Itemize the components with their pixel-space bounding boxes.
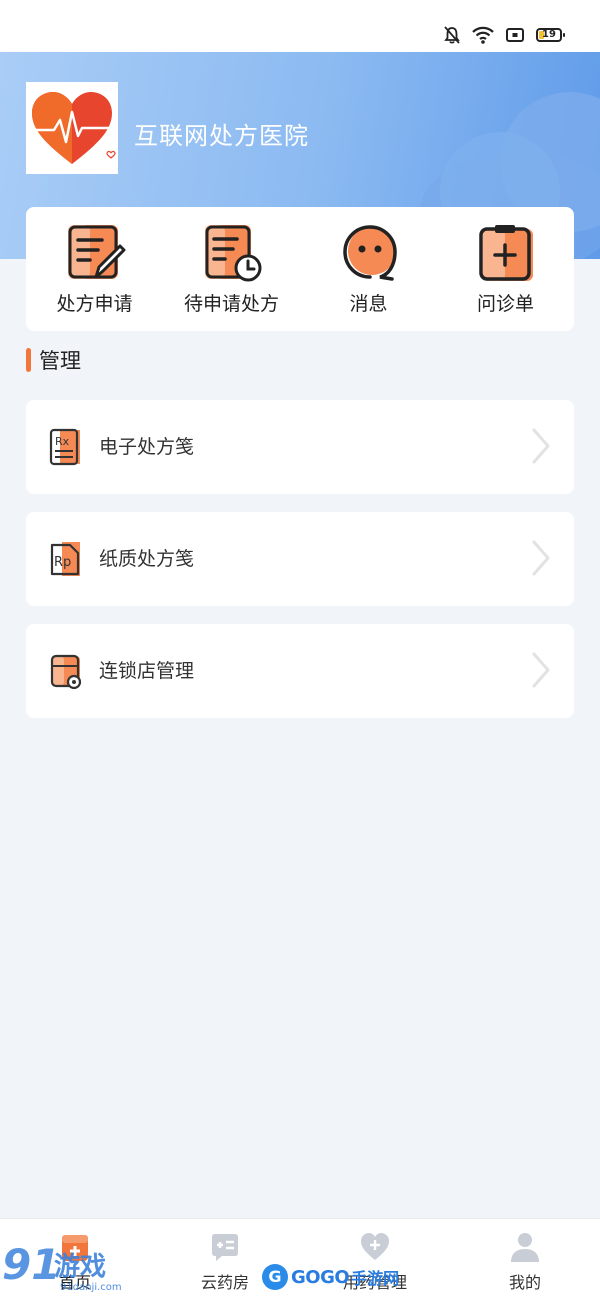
wifi-icon (472, 26, 494, 44)
watermark-number: 91 (2, 1240, 61, 1289)
gogo-logo-icon: G (262, 1264, 288, 1290)
watermark-text: 游戏 (54, 1252, 107, 1282)
battery-level: 19 (542, 29, 556, 40)
quick-action-messages[interactable]: 消息 (300, 207, 437, 331)
management-section-title: 管理 (26, 347, 81, 373)
consultation-form-icon (479, 225, 533, 281)
svg-text:Rx: Rx (55, 435, 70, 448)
status-bar: 19 (0, 0, 600, 52)
health-heart-icon (361, 1233, 389, 1260)
section-accent-bar (26, 348, 31, 372)
management-row-chain-store[interactable]: 连锁店管理 (26, 624, 574, 718)
tab-label: 我的 (508, 1273, 541, 1292)
quick-action-label: 待申请处方 (183, 293, 279, 315)
chain-store-settings-icon (50, 654, 82, 690)
quick-action-label: 问诊单 (476, 293, 534, 315)
rp-paper-icon: Rp (50, 542, 80, 576)
watermark-brand: GOGO (291, 1266, 350, 1288)
status-icons: 19 (444, 26, 565, 44)
chevron-right-icon (532, 652, 550, 688)
row-label: 连锁店管理 (99, 660, 195, 682)
screen-record-icon (506, 28, 524, 42)
management-row-paper-prescription[interactable]: Rp 纸质处方笺 (26, 512, 574, 606)
chevron-right-icon (532, 428, 550, 464)
message-icon (343, 225, 397, 281)
prescription-apply-icon (68, 225, 126, 279)
quick-action-label: 消息 (349, 293, 388, 315)
tab-profile[interactable]: 我的 (450, 1219, 600, 1301)
profile-icon (511, 1233, 539, 1262)
hospital-logo (26, 82, 118, 174)
quick-action-label: 处方申请 (56, 293, 133, 315)
watermark-gogo: G GOGO 手游网 (262, 1262, 399, 1292)
quick-action-pending-prescription[interactable]: 待申请处方 (163, 207, 300, 331)
svg-text:Rp: Rp (54, 555, 71, 570)
quick-action-prescription-apply[interactable]: 处方申请 (26, 207, 163, 331)
battery-icon: 19 (536, 28, 565, 42)
quick-actions-card: 处方申请 待申请处方 消息 问诊单 (26, 207, 574, 331)
watermark-url: 91danji.com (60, 1282, 122, 1293)
row-label: 纸质处方笺 (99, 548, 195, 570)
watermark-91danji: 91 游戏 91danji.com (0, 1240, 140, 1298)
bell-muted-icon (444, 26, 460, 44)
pending-prescription-icon (205, 225, 262, 282)
management-row-electronic-prescription[interactable]: Rx 电子处方笺 (26, 400, 574, 494)
quick-action-consultation-form[interactable]: 问诊单 (437, 207, 574, 331)
watermark-sub: 手游网 (351, 1269, 400, 1288)
rx-document-icon: Rx (49, 428, 80, 466)
cloud-pharmacy-icon (212, 1234, 238, 1261)
row-label: 电子处方笺 (99, 436, 195, 458)
chevron-right-icon (532, 540, 550, 576)
section-label: 管理 (39, 349, 81, 373)
heart-pulse-logo (32, 92, 116, 164)
hospital-name: 互联网处方医院 (134, 122, 309, 150)
